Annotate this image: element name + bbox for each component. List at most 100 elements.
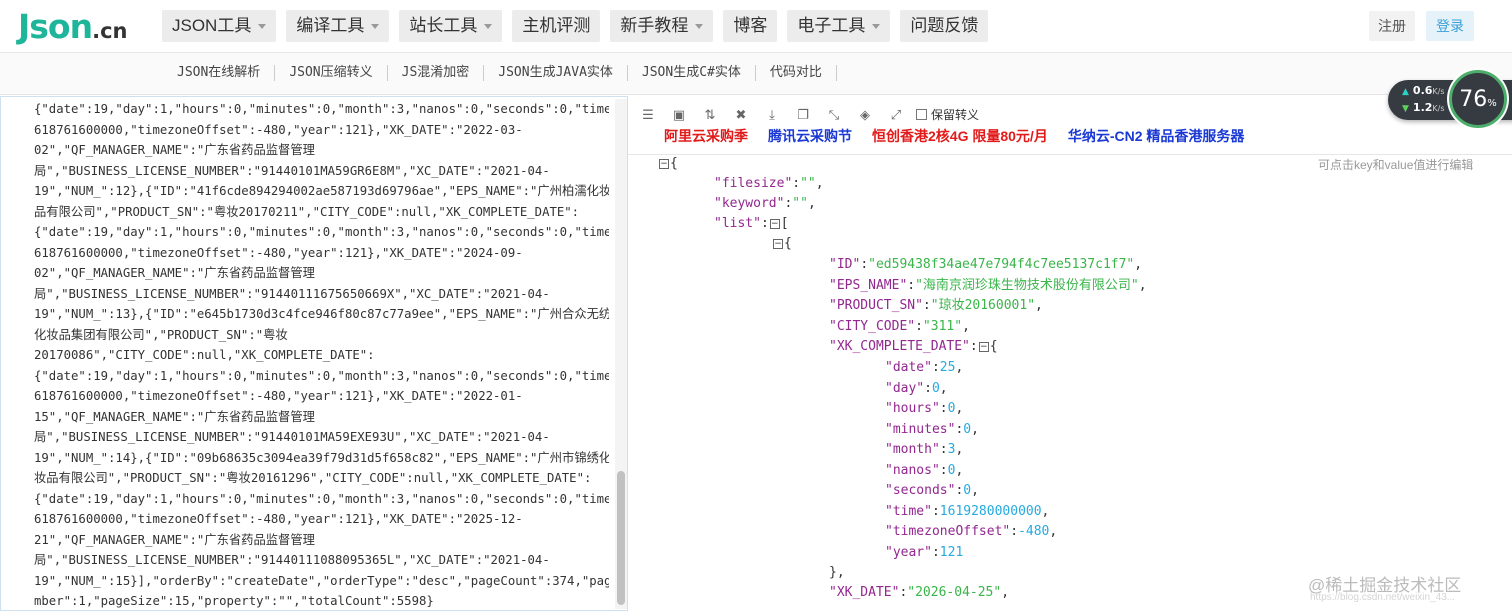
tree-key[interactable]: "CITY_CODE" bbox=[829, 319, 915, 334]
nav-item-0[interactable]: JSON工具 bbox=[162, 10, 277, 42]
raw-json-line: 19","NUM_":12},{"ID":"41f6cde894294002ae… bbox=[34, 184, 609, 198]
tree-key[interactable]: "hours" bbox=[885, 401, 940, 416]
tree-key[interactable]: "PRODUCT_SN" bbox=[829, 298, 923, 313]
raw-json-line: 局","BUSINESS_LICENSE_NUMBER":"91440101MA… bbox=[34, 430, 550, 444]
logo-main: Json bbox=[18, 7, 93, 46]
comma: , bbox=[807, 196, 816, 211]
tree-value[interactable]: "2026-04-25" bbox=[907, 585, 1001, 600]
nav-item-label: 博客 bbox=[733, 16, 768, 35]
tree-key[interactable]: "time" bbox=[885, 504, 932, 519]
tree-key[interactable]: "keyword" bbox=[714, 196, 784, 211]
chevron-down-icon bbox=[258, 23, 267, 29]
tree-value[interactable]: 25 bbox=[940, 360, 956, 375]
colon: : bbox=[924, 380, 932, 396]
subnav-link-5[interactable]: 代码对比 bbox=[756, 65, 837, 81]
subnav-link-0[interactable]: JSON在线解析 bbox=[163, 65, 276, 81]
tree-key[interactable]: "list" bbox=[714, 216, 761, 231]
keep-escape-checkbox[interactable] bbox=[916, 109, 927, 120]
collapse-toggle-icon[interactable]: − bbox=[769, 218, 780, 229]
nav-item-2[interactable]: 站长工具 bbox=[399, 10, 503, 42]
raw-json-line: 19","NUM_":13},{"ID":"e645b1730d3c4fce94… bbox=[34, 307, 609, 321]
subnav-link-3[interactable]: JSON生成JAVA实体 bbox=[484, 65, 628, 81]
tree-key[interactable]: "EPS_NAME" bbox=[829, 278, 907, 293]
ad-link-0[interactable]: 阿里云采购季 bbox=[664, 126, 748, 146]
nav-item-1[interactable]: 编译工具 bbox=[286, 10, 390, 42]
raw-json-textarea[interactable]: {"date":19,"day":1,"hours":0,"minutes":0… bbox=[0, 96, 628, 611]
tree-key[interactable]: "XK_DATE" bbox=[829, 585, 899, 600]
tree-value[interactable]: "" bbox=[792, 196, 808, 211]
subnav-link-2[interactable]: JS混淆加密 bbox=[388, 65, 485, 81]
sort-icon[interactable]: ⇅ bbox=[702, 107, 718, 123]
tree-value[interactable]: -480 bbox=[1018, 524, 1049, 539]
tree-key[interactable]: "day" bbox=[885, 381, 924, 396]
tree-key[interactable]: "year" bbox=[885, 545, 932, 560]
tree-key[interactable]: "filesize" bbox=[714, 176, 792, 191]
collapse-toggle-icon[interactable]: − bbox=[978, 341, 989, 352]
tree-key[interactable]: "minutes" bbox=[885, 422, 955, 437]
subnav-link-1[interactable]: JSON压缩转义 bbox=[275, 65, 388, 81]
nav-item-5[interactable]: 博客 bbox=[723, 10, 778, 42]
nav-item-label: 新手教程 bbox=[620, 16, 689, 35]
left-scrollbar-thumb[interactable] bbox=[617, 471, 625, 605]
tree-value[interactable]: 1619280000000 bbox=[940, 504, 1042, 519]
nav-item-6[interactable]: 电子工具 bbox=[787, 10, 891, 42]
logo-suffix: .cn bbox=[92, 19, 128, 43]
download-icon[interactable]: ⤓ bbox=[764, 107, 780, 123]
tree-value[interactable]: "琼妆20160001" bbox=[931, 298, 1035, 313]
trash-icon[interactable]: ✖ bbox=[733, 107, 749, 123]
tree-value[interactable]: 0 bbox=[932, 381, 940, 396]
raw-json-line: 品有限公司","PRODUCT_SN":"粤妆20170211","CITY_C… bbox=[34, 204, 580, 219]
share-icon[interactable]: ◈ bbox=[857, 107, 873, 123]
compress-icon[interactable]: ⤡ bbox=[826, 107, 842, 123]
raw-json-line: {"date":19,"day":1,"hours":0,"minutes":0… bbox=[34, 491, 609, 506]
nav-item-4[interactable]: 新手教程 bbox=[610, 10, 714, 42]
nav-item-3[interactable]: 主机评测 bbox=[512, 10, 601, 42]
tree-value[interactable]: 121 bbox=[940, 545, 963, 560]
tree-key[interactable]: "month" bbox=[885, 442, 940, 457]
login-button[interactable]: 登录 bbox=[1426, 11, 1474, 41]
raw-json-line: 局","BUSINESS_LICENSE_NUMBER":"9144011108… bbox=[34, 553, 550, 567]
tree-row: −{ bbox=[772, 234, 792, 254]
register-button[interactable]: 注册 bbox=[1369, 11, 1415, 41]
left-scrollbar[interactable] bbox=[615, 99, 627, 609]
subnav-link-4[interactable]: JSON生成C#实体 bbox=[628, 65, 756, 81]
raw-json-line: 妆品有限公司","PRODUCT_SN":"粤妆20161296","CITY_… bbox=[34, 471, 592, 485]
comma: , bbox=[1041, 503, 1050, 519]
raw-json-line: 15","QF_MANAGER_NAME":"广东省药品监督管理 bbox=[34, 409, 315, 424]
tree-key[interactable]: "nanos" bbox=[885, 463, 940, 478]
database-icon[interactable]: ☰ bbox=[640, 107, 656, 123]
comma: , bbox=[1134, 257, 1143, 272]
excel-icon[interactable]: ▣ bbox=[671, 107, 687, 123]
copy-icon[interactable]: ❐ bbox=[795, 107, 811, 123]
comma: , bbox=[955, 442, 964, 457]
tree-key[interactable]: "timezoneOffset" bbox=[885, 524, 1010, 539]
ad-link-3[interactable]: 华纳云-CN2 精品香港服务器 bbox=[1068, 126, 1245, 146]
tree-key[interactable]: "seconds" bbox=[885, 483, 955, 498]
comma: , bbox=[971, 421, 979, 437]
tree-value[interactable]: 0 bbox=[963, 422, 971, 437]
ad-link-2[interactable]: 恒创香港2核4G 限量80元/月 bbox=[872, 126, 1048, 146]
raw-json-line: mber":1,"pageSize":15,"property":"","tot… bbox=[34, 594, 434, 608]
memory-gauge[interactable]: 76% bbox=[1449, 70, 1507, 128]
logo[interactable]: Json.cn bbox=[18, 7, 127, 46]
tree-row: "day":0, bbox=[885, 379, 948, 399]
ad-link-1[interactable]: 腾讯云采购节 bbox=[768, 126, 852, 146]
keep-escape-toggle[interactable]: 保留转义 bbox=[916, 106, 979, 123]
tree-key[interactable]: "date" bbox=[885, 360, 932, 375]
tree-value[interactable]: "ed59438f34ae47e794f4c7ee5137c1f7" bbox=[868, 257, 1134, 272]
raw-json-line: 19","NUM_":14},{"ID":"09b68635c3094ea39f… bbox=[34, 450, 609, 465]
colon: : bbox=[760, 216, 769, 231]
collapse-toggle-icon[interactable]: − bbox=[773, 238, 783, 249]
tree-value[interactable]: "海南京润珍珠生物技术股份有限公司" bbox=[915, 278, 1139, 293]
tree-value[interactable]: "311" bbox=[923, 319, 962, 334]
collapse-toggle-icon[interactable]: − bbox=[659, 158, 669, 169]
sub-navbar: JSON在线解析 JSON压缩转义 JS混淆加密 JSON生成JAVA实体 JSON生成… bbox=[0, 53, 1512, 95]
tree-key[interactable]: "ID" bbox=[829, 257, 860, 272]
tree-value[interactable]: "" bbox=[800, 176, 816, 191]
tree-key[interactable]: "XK_COMPLETE_DATE" bbox=[829, 339, 970, 354]
expand-icon[interactable]: ⤢ bbox=[888, 107, 904, 123]
raw-json-line: 化妆品集团有限公司","PRODUCT_SN":"粤妆 bbox=[34, 327, 288, 342]
nav-item-7[interactable]: 问题反馈 bbox=[900, 10, 989, 42]
tree-value[interactable]: 0 bbox=[963, 483, 971, 498]
toolbar-divider bbox=[628, 154, 1512, 155]
